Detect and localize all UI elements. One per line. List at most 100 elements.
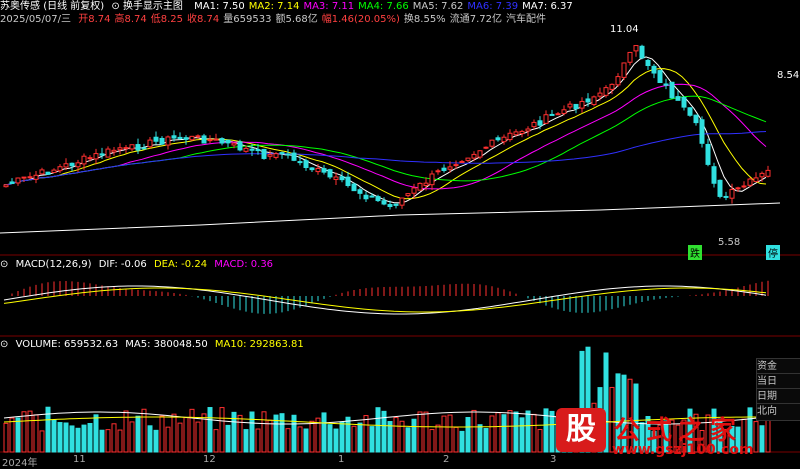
candle-body xyxy=(633,45,639,52)
candle-body xyxy=(627,51,633,63)
kline-chart[interactable] xyxy=(0,0,800,466)
candle-body xyxy=(747,178,753,186)
candle-body xyxy=(735,187,741,190)
volume-bar xyxy=(435,424,441,453)
candle-body xyxy=(513,131,519,136)
volume-bar xyxy=(189,408,195,453)
candle-body xyxy=(381,200,387,205)
candle-body xyxy=(171,135,177,139)
macd-name: MACD(12,26,9) xyxy=(15,259,92,270)
candle-body xyxy=(291,152,297,161)
candle-body xyxy=(507,132,513,141)
volume-bar xyxy=(423,411,429,453)
candle-body xyxy=(375,196,381,202)
volume-bar xyxy=(501,414,507,453)
watermark-logo: 股 公式之家 www.gszj100.com xyxy=(556,408,796,464)
candle-body xyxy=(567,103,573,108)
candle-body xyxy=(219,138,225,144)
candle-body xyxy=(9,181,15,185)
candle-body xyxy=(63,163,69,168)
candle-body xyxy=(393,203,399,206)
volume-bar xyxy=(513,411,519,453)
candle-body xyxy=(45,171,51,175)
volume-bar xyxy=(99,429,105,453)
volume-bar xyxy=(195,421,201,453)
volume-bar xyxy=(261,411,267,453)
candle-body xyxy=(651,65,657,74)
candle-body xyxy=(225,139,231,144)
candle-body xyxy=(639,45,645,59)
volume-bar xyxy=(165,426,171,453)
volume-bar xyxy=(447,414,453,453)
candle-body xyxy=(333,176,339,180)
volume-bar xyxy=(471,409,477,453)
volume-bar xyxy=(525,410,531,453)
candle-body xyxy=(153,136,159,142)
candle-body xyxy=(543,114,549,124)
candle-body xyxy=(315,167,321,173)
candle-body xyxy=(531,121,537,128)
volume-bar xyxy=(357,422,363,453)
vol-dropdown-icon[interactable]: ⊙ xyxy=(0,339,8,350)
x-label-dec: 12 xyxy=(203,454,216,465)
candle-body xyxy=(69,162,75,167)
candle-body xyxy=(465,157,471,161)
candle-body xyxy=(741,185,747,188)
candle-body xyxy=(33,174,39,180)
candle-body xyxy=(549,113,555,116)
volume-bar xyxy=(87,423,93,453)
candle-body xyxy=(729,189,735,199)
candle-body xyxy=(495,137,501,141)
volume-bar xyxy=(339,421,345,453)
candle-body xyxy=(141,147,147,150)
candle-body xyxy=(75,162,81,168)
volume-bar xyxy=(135,415,141,453)
candle-body xyxy=(591,96,597,106)
candle-body xyxy=(231,142,237,146)
volume-bar xyxy=(411,418,417,453)
volume-bar xyxy=(117,429,123,453)
macd-header: ⊙ MACD(12,26,9) DIF: -0.06 DEA: -0.24 MA… xyxy=(0,259,277,271)
candle-body xyxy=(645,59,651,67)
watermark-url: www.gszj100.com xyxy=(612,442,754,458)
volume-bar xyxy=(207,407,213,453)
volume-bar xyxy=(375,407,381,453)
volume-bar xyxy=(363,415,369,453)
candle-body xyxy=(273,153,279,158)
candle-body xyxy=(255,149,261,152)
volume-ma5: MA5: 380048.50 xyxy=(125,339,208,350)
volume-bar xyxy=(489,415,495,453)
candle-body xyxy=(339,176,345,181)
candle-body xyxy=(759,172,765,178)
candle-body xyxy=(429,173,435,186)
candle-body xyxy=(555,113,561,116)
volume-bar xyxy=(495,412,501,453)
candle-body xyxy=(417,182,423,191)
volume-bar xyxy=(177,422,183,453)
watermark-stock-icon: 股 xyxy=(556,408,606,452)
macd-dropdown-icon[interactable]: ⊙ xyxy=(0,259,8,270)
candle-body xyxy=(711,166,717,184)
volume-bar xyxy=(171,413,177,453)
x-label-feb: 2 xyxy=(443,454,450,465)
candle-body xyxy=(279,152,285,155)
volume-bar xyxy=(531,413,537,453)
volume-bar xyxy=(327,424,333,453)
volume-bar xyxy=(225,424,231,453)
volume-bar xyxy=(15,417,21,453)
halt-tag: 停 xyxy=(766,245,780,260)
candle-body xyxy=(585,98,591,103)
candle-body xyxy=(21,176,27,179)
volume-bar xyxy=(21,411,27,453)
candle-body xyxy=(717,179,723,197)
candle-body xyxy=(267,154,273,157)
volume-bar xyxy=(477,424,483,453)
candle-body xyxy=(561,109,567,114)
candle-body xyxy=(51,169,57,173)
volume-bar xyxy=(9,417,15,453)
candle-body xyxy=(39,169,45,175)
candle-body xyxy=(447,166,453,170)
right-price-label: 8.546 xyxy=(777,70,800,81)
ma-line xyxy=(3,68,767,200)
low-price-label: 5.58 xyxy=(718,237,741,248)
